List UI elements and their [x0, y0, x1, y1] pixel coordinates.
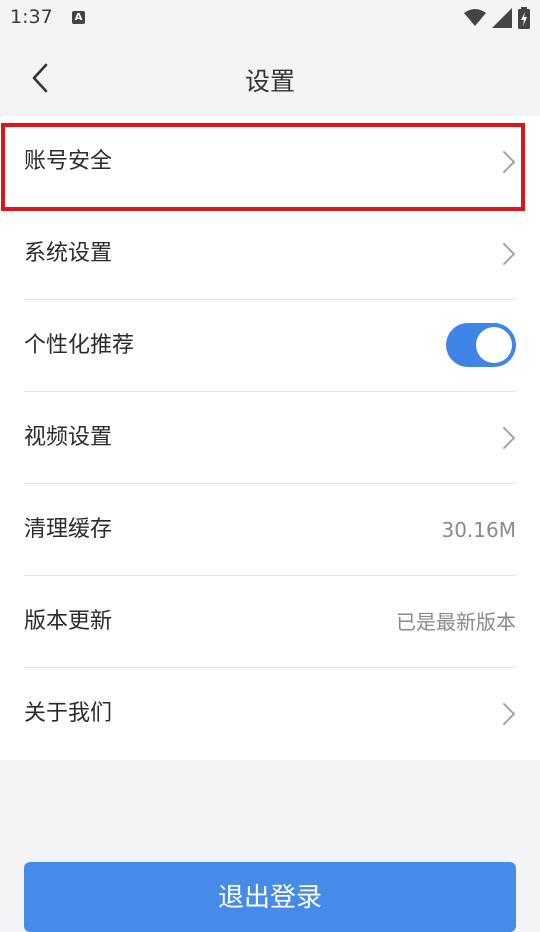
status-time: 1:37	[10, 6, 53, 28]
version-status-value: 已是最新版本	[396, 610, 516, 634]
logout-button[interactable]: 退出登录	[24, 862, 516, 932]
settings-item-label: 个性化推荐	[24, 333, 135, 358]
nav-bar: 设置	[0, 36, 540, 116]
settings-item-label: 版本更新	[24, 609, 113, 634]
settings-item-account-security[interactable]: 账号安全	[0, 116, 540, 208]
wifi-icon	[464, 9, 486, 26]
signal-icon	[492, 8, 512, 28]
status-icons	[464, 7, 530, 29]
personalized-recommendation-toggle[interactable]	[446, 323, 516, 367]
cache-size-value: 30.16M	[441, 518, 516, 542]
page-title: 设置	[244, 67, 295, 96]
chevron-right-icon	[503, 703, 515, 725]
settings-item-personalized-recommendation: 个性化推荐	[0, 300, 540, 392]
toggle-knob	[476, 327, 512, 363]
a-badge-icon: A	[72, 11, 85, 24]
settings-item-label: 账号安全	[24, 149, 113, 174]
settings-item-label: 视频设置	[24, 425, 113, 450]
settings-item-about-us[interactable]: 关于我们	[0, 668, 540, 760]
settings-item-version-update[interactable]: 版本更新 已是最新版本	[0, 576, 540, 668]
settings-item-system-settings[interactable]: 系统设置	[0, 208, 540, 300]
settings-item-label: 清理缓存	[24, 517, 113, 542]
status-bar: 1:37 A	[0, 0, 540, 36]
chevron-right-icon	[503, 243, 515, 265]
settings-item-label: 关于我们	[24, 701, 113, 726]
battery-charging-icon	[518, 7, 530, 29]
settings-item-video-settings[interactable]: 视频设置	[0, 392, 540, 484]
chevron-right-icon	[503, 151, 515, 173]
settings-list: 账号安全 系统设置 个性化推荐 视频设置 清理缓存 30.16M 版本更新 已是…	[0, 116, 540, 760]
settings-item-label: 系统设置	[24, 241, 113, 266]
settings-item-clear-cache[interactable]: 清理缓存 30.16M	[0, 484, 540, 576]
chevron-right-icon	[503, 427, 515, 449]
